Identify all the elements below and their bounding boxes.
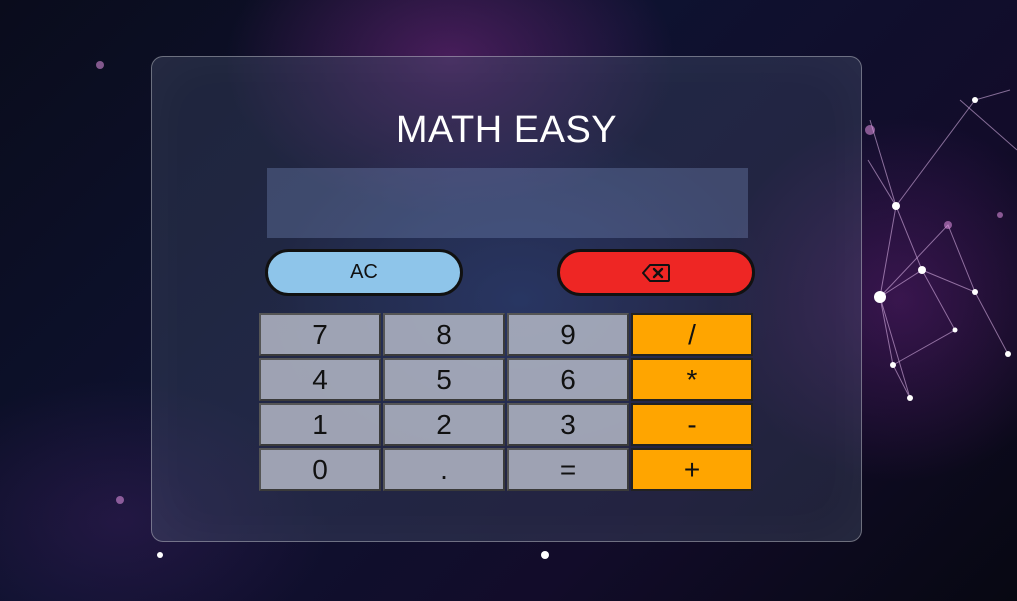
calculator-panel: MATH EASY AC 7 8 9 / 4 5 6 * 1 2 3 - 0 .… [151, 56, 862, 542]
key-subtract[interactable]: - [631, 403, 753, 446]
key-0[interactable]: 0 [259, 448, 381, 491]
key-multiply[interactable]: * [631, 358, 753, 401]
key-equals[interactable]: = [507, 448, 629, 491]
key-7[interactable]: 7 [259, 313, 381, 356]
key-8[interactable]: 8 [383, 313, 505, 356]
calculator-display[interactable] [267, 168, 748, 238]
app-title: MATH EASY [395, 109, 618, 151]
key-4[interactable]: 4 [259, 358, 381, 401]
backspace-icon [642, 263, 670, 282]
key-add[interactable]: + [631, 448, 753, 491]
clear-button[interactable]: AC [265, 249, 463, 296]
delete-button[interactable] [557, 249, 755, 296]
keypad: 7 8 9 / 4 5 6 * 1 2 3 - 0 . = + [259, 313, 753, 491]
key-1[interactable]: 1 [259, 403, 381, 446]
key-decimal[interactable]: . [383, 448, 505, 491]
key-6[interactable]: 6 [507, 358, 629, 401]
key-5[interactable]: 5 [383, 358, 505, 401]
key-3[interactable]: 3 [507, 403, 629, 446]
key-9[interactable]: 9 [507, 313, 629, 356]
clear-button-label: AC [350, 261, 378, 283]
key-divide[interactable]: / [631, 313, 753, 356]
key-2[interactable]: 2 [383, 403, 505, 446]
